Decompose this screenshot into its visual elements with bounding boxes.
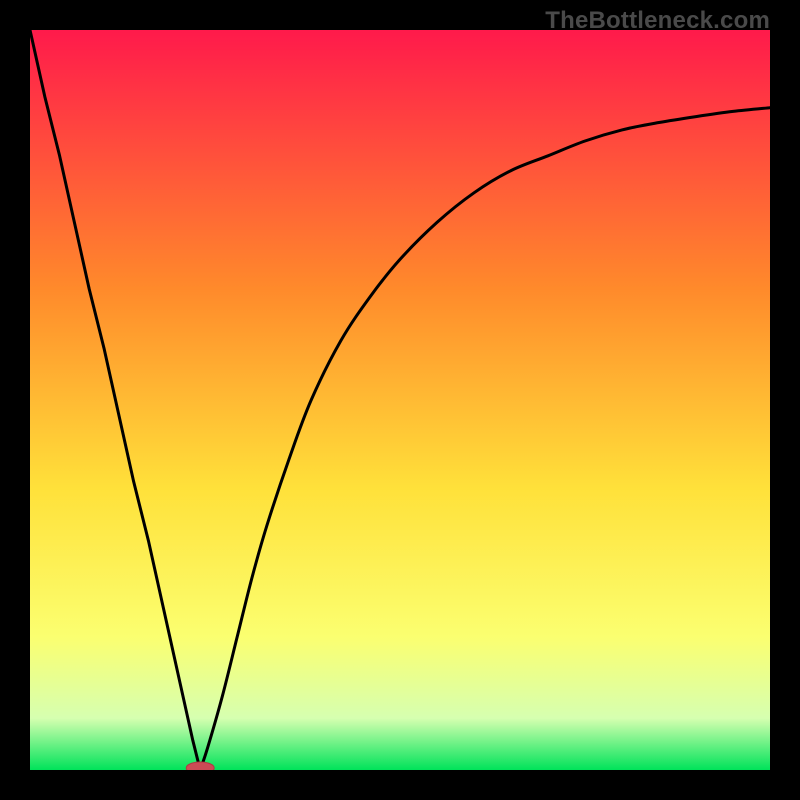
gradient-background bbox=[30, 30, 770, 770]
plot-area bbox=[30, 30, 770, 770]
chart-frame: TheBottleneck.com bbox=[0, 0, 800, 800]
chart-svg bbox=[30, 30, 770, 770]
watermark-text: TheBottleneck.com bbox=[545, 7, 770, 35]
optimal-marker bbox=[186, 762, 214, 770]
